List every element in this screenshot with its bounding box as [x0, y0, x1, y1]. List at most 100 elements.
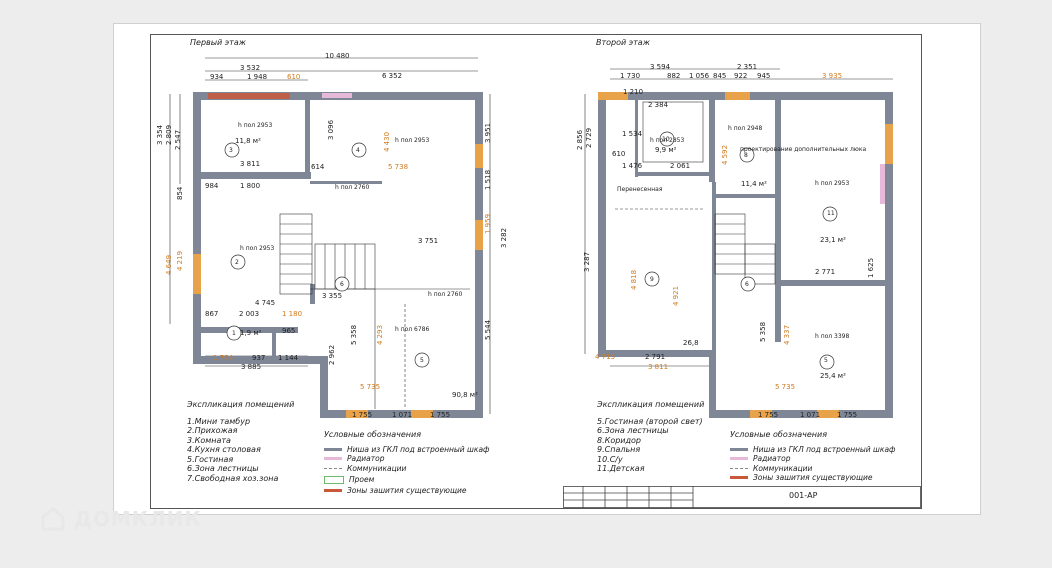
hatch-swatch-icon: [324, 489, 342, 493]
legend-text: Радиатор: [753, 454, 791, 463]
f2-room9-num: 9: [650, 276, 654, 283]
f1-dim: 4 293: [376, 324, 384, 345]
f1-dim-b: 1 948: [247, 73, 268, 81]
f2-dim: 1 056: [689, 72, 710, 80]
f2-legend: Условные обозначения Ниша из ГКЛ под вст…: [730, 430, 895, 483]
f2-dim: 882: [667, 72, 681, 80]
f1-dim: 4 430: [383, 131, 391, 152]
f2-explication-title: Экспликация помещений: [597, 400, 705, 409]
f2-dim: 922: [734, 72, 748, 80]
f2-room8-label: h пол 2948: [728, 125, 763, 132]
f1-room5-area: 90,8 м²: [452, 391, 478, 399]
f2-room6-num: 6: [745, 281, 749, 288]
legend-text: Ниша из ГКЛ под встроенный шкаф: [753, 444, 896, 454]
opening-swatch-icon: [324, 475, 344, 484]
stamp-code: 001-АР: [789, 491, 818, 500]
f1-dim: 867: [205, 310, 219, 318]
f1-dim: 3 096: [327, 119, 335, 140]
f2-room11-num: 11: [827, 210, 835, 217]
f2-dim: 4 715: [595, 353, 616, 361]
f1-room2-label: h пол 2953: [240, 245, 275, 252]
f1-dim: 4 745: [255, 299, 276, 307]
title-block: [563, 486, 921, 508]
f1-room3-area: 11,8 м²: [235, 137, 261, 145]
f1-expl-item: 6.Зона лестницы: [187, 464, 259, 473]
f1-dim: 1 144: [278, 354, 299, 362]
f2-dim: 1 210: [623, 88, 644, 96]
f2-expl-item: 9.Спальня: [597, 445, 641, 454]
f1-room3-num: 3: [229, 147, 233, 154]
legend-row: Зоны зашития существующие: [324, 486, 489, 496]
f2-dim: 3 811: [648, 363, 669, 371]
f1-dim: 3 885: [241, 363, 262, 371]
hatch-swatch-icon: [730, 476, 748, 480]
f1-expl-item: 3.Комната: [187, 435, 231, 445]
f1-dim: 2 809: [165, 124, 173, 145]
legend-text: Зоны зашития существующие: [347, 486, 467, 495]
f2-expl-item: 6.Зона лестницы: [597, 426, 669, 435]
f2-expl-item: 5.Гостиная (второй свет): [597, 416, 703, 426]
f2-dim: 1 534: [622, 130, 643, 138]
f1-dim: 965: [282, 327, 296, 335]
f1-dim: 5 358: [350, 324, 358, 345]
f2-dim: 1 476: [622, 162, 643, 170]
f1-dim: 1 755: [352, 411, 373, 419]
f1-dim: 3 355: [322, 292, 343, 300]
legend-text: Ниша из ГКЛ под встроенный шкаф: [347, 444, 490, 454]
legend-row: Ниша из ГКЛ под встроенный шкаф: [324, 445, 489, 455]
f2-dim: 2 061: [670, 162, 691, 170]
f2-explication: Экспликация помещений 5.Гостиная (второй…: [597, 400, 704, 474]
f1-dim: 2 962: [328, 344, 336, 365]
f1-dim: 2 003: [239, 310, 260, 318]
f1-legend: Условные обозначения Ниша из ГКЛ под вст…: [324, 430, 489, 496]
f2-room5-label: h пол 3398: [815, 333, 850, 340]
f1-room3-label: h пол 2953: [238, 122, 273, 129]
f2-room5-area: 25,4 м²: [820, 372, 846, 380]
legend-text: Радиатор: [347, 454, 385, 463]
f1-dim: 5 735: [360, 383, 381, 391]
f1-room4-label: h пол 2953: [395, 137, 430, 144]
pipes-icon: [730, 467, 748, 469]
legend-row: Коммуникации: [324, 464, 489, 474]
f2-dim: 3 287: [583, 251, 591, 272]
f2-room8-num: 8: [744, 152, 748, 159]
legend-text: Коммуникации: [753, 463, 813, 473]
f1-room4-num: 4: [356, 147, 360, 154]
f1-dim-total: 10 480: [325, 52, 350, 60]
f1-dim: 614: [311, 163, 325, 171]
legend-row: Зоны зашития существующие: [730, 473, 895, 483]
f1-dim: 5 738: [388, 163, 409, 171]
f2-note: проектирование дополнительных люка: [740, 146, 867, 153]
f1-dim-left: 3 532: [240, 64, 261, 72]
f2-dim: 2 771: [815, 268, 836, 276]
f2-room10-num: 10: [662, 136, 670, 143]
f2-dim: 2 791: [645, 353, 666, 361]
f2-room8-area: 11,4 м²: [741, 180, 767, 188]
radiator-swatch-icon: [324, 457, 342, 461]
f1-dim: 2 547: [174, 129, 182, 150]
f1-expl-item: 4.Кухня столовая: [187, 445, 261, 454]
f1-dim: 854: [176, 186, 184, 200]
f2-room11-label: h пол 2953: [815, 180, 850, 187]
f2-dim: 2 384: [648, 101, 669, 109]
f2-dim: 1 755: [758, 411, 779, 419]
f1-dim: 1 959: [484, 213, 492, 234]
f2-dim: 2 351: [737, 63, 758, 71]
f2-dim: 4 592: [721, 144, 729, 165]
f2-dim: 1 625: [867, 257, 875, 278]
f1-dim: 1 180: [282, 310, 303, 318]
floor1-plan: [169, 57, 491, 418]
f1-dim: 937: [252, 354, 266, 362]
f1-room1-num: 1: [232, 330, 236, 337]
f2-dim: 5 735: [775, 383, 796, 391]
f2-dim: 4 818: [630, 269, 638, 290]
f1-expl-item: 1.Мини тамбур: [187, 416, 251, 426]
legend-text: Коммуникации: [347, 463, 407, 473]
f1-room5-label: h пол 6786: [395, 326, 430, 333]
f1-explication-title: Экспликация помещений: [187, 400, 295, 409]
f2-expl-item: 11.Детская: [597, 464, 645, 473]
f2-dim: 2 856: [576, 129, 584, 150]
f1-legend-title: Условные обозначения: [324, 430, 422, 439]
f2-expl-item: 10.С/у: [597, 454, 623, 464]
f2-dim: 845: [713, 72, 727, 80]
